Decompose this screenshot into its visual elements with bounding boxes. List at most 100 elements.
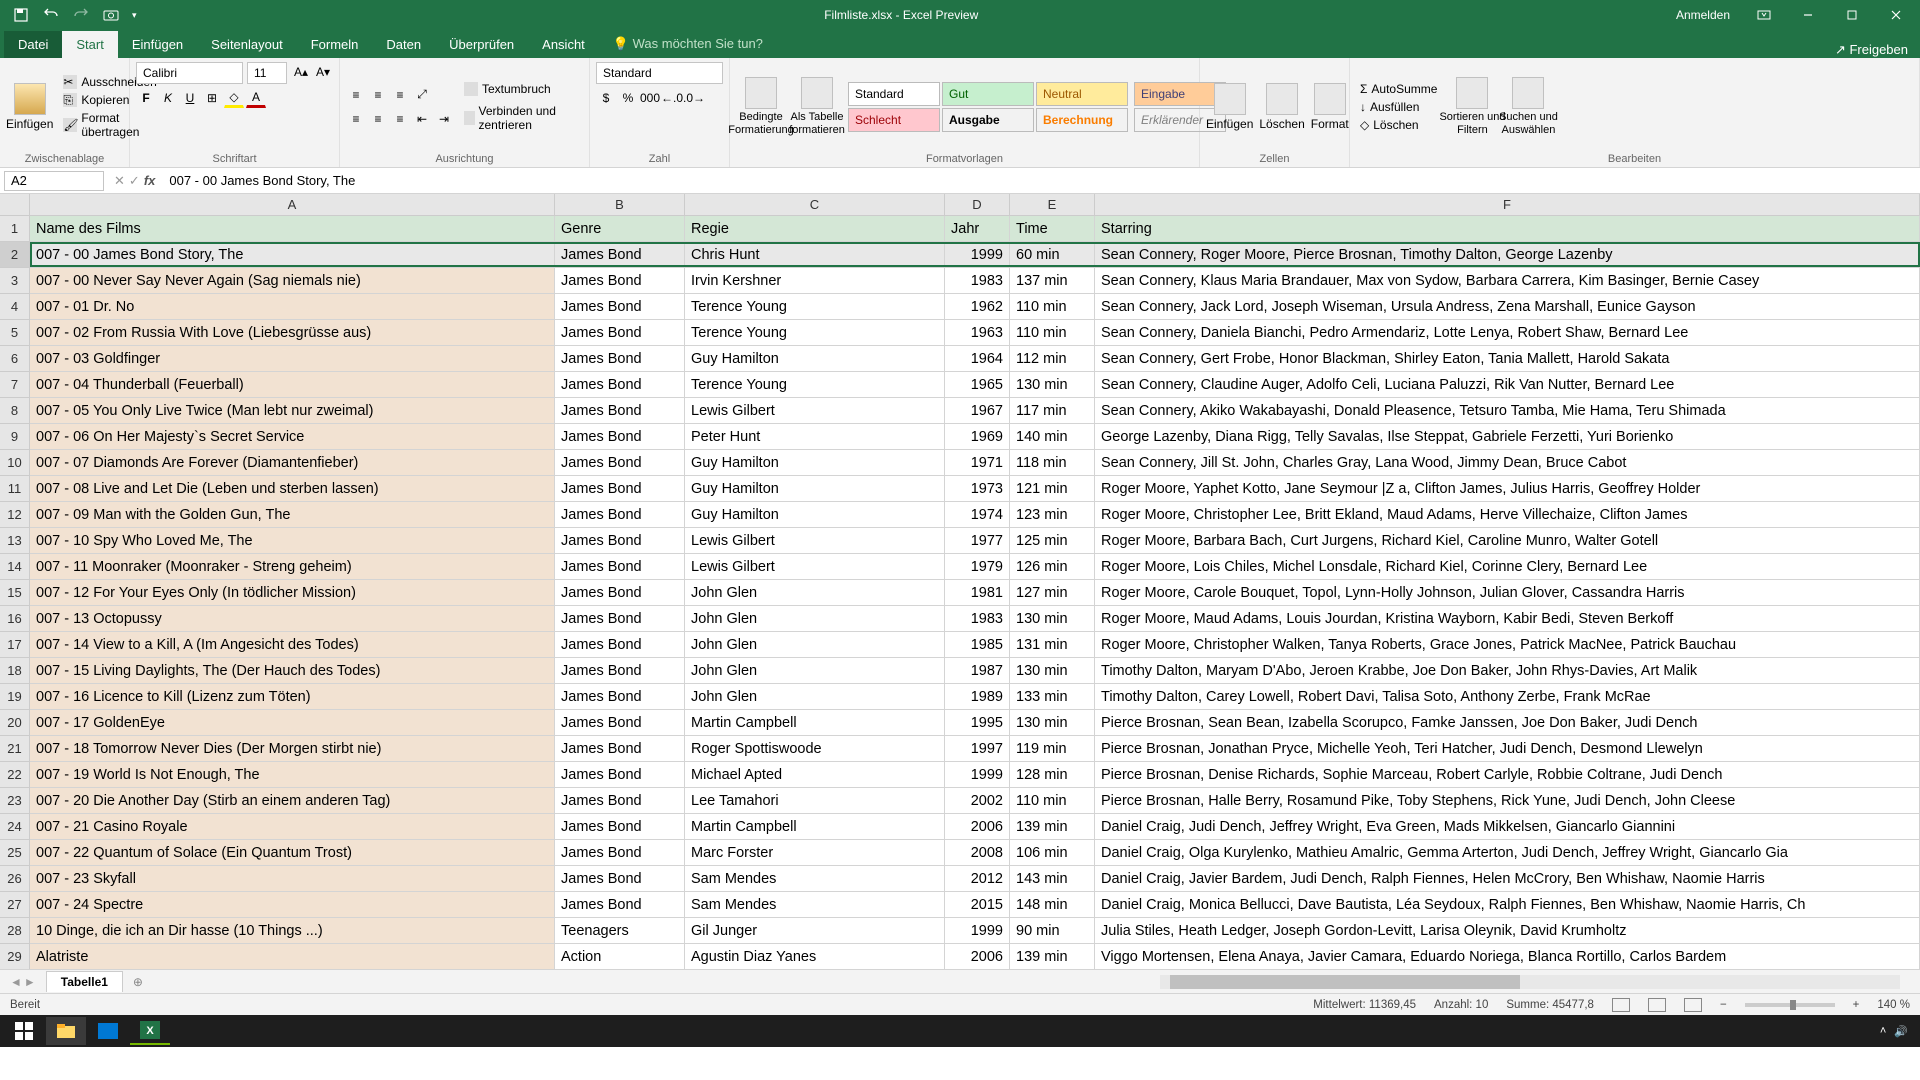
insert-cells-button[interactable]: Einfügen	[1206, 83, 1253, 131]
row-header[interactable]: 21	[0, 736, 29, 762]
page-break-view-icon[interactable]	[1684, 998, 1702, 1012]
cell[interactable]: 125 min	[1010, 528, 1095, 553]
row-header[interactable]: 15	[0, 580, 29, 606]
cell[interactable]: James Bond	[555, 606, 685, 631]
cell[interactable]: 123 min	[1010, 502, 1095, 527]
cell[interactable]: 1973	[945, 476, 1010, 501]
cell[interactable]: Guy Hamilton	[685, 450, 945, 475]
sign-in-link[interactable]: Anmelden	[1666, 8, 1740, 22]
table-row[interactable]: 007 - 21 Casino RoyaleJames BondMartin C…	[30, 814, 1920, 840]
cell[interactable]: John Glen	[685, 658, 945, 683]
borders-button[interactable]: ⊞	[202, 88, 222, 108]
zoom-level[interactable]: 140 %	[1877, 999, 1910, 1011]
cell[interactable]: Roger Moore, Barbara Bach, Curt Jurgens,…	[1095, 528, 1920, 553]
tellme[interactable]: 💡 Was möchten Sie tun?	[599, 30, 777, 58]
table-row[interactable]: 007 - 03 GoldfingerJames BondGuy Hamilto…	[30, 346, 1920, 372]
cell[interactable]: 1997	[945, 736, 1010, 761]
cell[interactable]: James Bond	[555, 268, 685, 293]
cell[interactable]: 1995	[945, 710, 1010, 735]
cell[interactable]: James Bond	[555, 294, 685, 319]
tab-ueberpruefen[interactable]: Überprüfen	[435, 31, 528, 58]
cell[interactable]: James Bond	[555, 892, 685, 917]
tab-daten[interactable]: Daten	[372, 31, 435, 58]
cell[interactable]: 1977	[945, 528, 1010, 553]
cell[interactable]: 112 min	[1010, 346, 1095, 371]
bold-button[interactable]: F	[136, 88, 156, 108]
cell[interactable]: James Bond	[555, 684, 685, 709]
cell[interactable]: 1983	[945, 606, 1010, 631]
currency-icon[interactable]: $	[596, 88, 616, 108]
cell[interactable]: 127 min	[1010, 580, 1095, 605]
cell[interactable]: 139 min	[1010, 944, 1095, 969]
cell[interactable]: James Bond	[555, 528, 685, 553]
thousands-icon[interactable]: 000	[640, 88, 660, 108]
tab-einfuegen[interactable]: Einfügen	[118, 31, 197, 58]
increase-decimal-icon[interactable]: ←.0	[662, 88, 682, 108]
cell[interactable]: Roger Moore, Yaphet Kotto, Jane Seymour …	[1095, 476, 1920, 501]
font-family-dropdown[interactable]: Calibri	[136, 62, 243, 84]
cell[interactable]: 007 - 00 Never Say Never Again (Sag niem…	[30, 268, 555, 293]
font-size-dropdown[interactable]: 11	[247, 62, 287, 84]
name-box[interactable]: A2	[4, 171, 104, 191]
align-bottom-icon[interactable]: ≡	[390, 85, 410, 105]
table-row[interactable]: 007 - 04 Thunderball (Feuerball)James Bo…	[30, 372, 1920, 398]
tab-start[interactable]: Start	[62, 31, 117, 58]
cell[interactable]: James Bond	[555, 632, 685, 657]
row-header[interactable]: 27	[0, 892, 29, 918]
cell[interactable]: 2015	[945, 892, 1010, 917]
row-header[interactable]: 4	[0, 294, 29, 320]
sheet-tab[interactable]: Tabelle1	[46, 971, 123, 992]
table-row[interactable]: 007 - 08 Live and Let Die (Leben und ste…	[30, 476, 1920, 502]
cell[interactable]: Sean Connery, Jack Lord, Joseph Wiseman,…	[1095, 294, 1920, 319]
table-row[interactable]: 007 - 11 Moonraker (Moonraker - Streng g…	[30, 554, 1920, 580]
zoom-in-icon[interactable]: +	[1853, 999, 1860, 1011]
cell[interactable]: 007 - 18 Tomorrow Never Dies (Der Morgen…	[30, 736, 555, 761]
cell[interactable]: Timothy Dalton, Carey Lowell, Robert Dav…	[1095, 684, 1920, 709]
cell[interactable]: 60 min	[1010, 242, 1095, 267]
row-header[interactable]: 26	[0, 866, 29, 892]
cell[interactable]: 1989	[945, 684, 1010, 709]
cell[interactable]: 007 - 03 Goldfinger	[30, 346, 555, 371]
cell[interactable]: 1979	[945, 554, 1010, 579]
cell[interactable]: 148 min	[1010, 892, 1095, 917]
table-row[interactable]: AlatristeActionAgustin Diaz Yanes2006139…	[30, 944, 1920, 969]
delete-cells-button[interactable]: Löschen	[1259, 83, 1304, 131]
cell[interactable]: 110 min	[1010, 788, 1095, 813]
cell[interactable]: 1963	[945, 320, 1010, 345]
fx-icon[interactable]: fx	[144, 173, 156, 189]
cell[interactable]: Pierce Brosnan, Halle Berry, Rosamund Pi…	[1095, 788, 1920, 813]
table-row[interactable]: 007 - 05 You Only Live Twice (Man lebt n…	[30, 398, 1920, 424]
cell[interactable]: Sean Connery, Klaus Maria Brandauer, Max…	[1095, 268, 1920, 293]
app-icon[interactable]	[88, 1017, 128, 1045]
cell[interactable]: 110 min	[1010, 294, 1095, 319]
cell[interactable]: Alatriste	[30, 944, 555, 969]
cell[interactable]: 1985	[945, 632, 1010, 657]
align-center-icon[interactable]: ≡	[368, 109, 388, 129]
cell[interactable]: James Bond	[555, 710, 685, 735]
cell[interactable]: 139 min	[1010, 814, 1095, 839]
cell[interactable]: James Bond	[555, 320, 685, 345]
cell[interactable]: 128 min	[1010, 762, 1095, 787]
cell[interactable]: 126 min	[1010, 554, 1095, 579]
cell[interactable]: Martin Campbell	[685, 814, 945, 839]
cell[interactable]: Roger Moore, Maud Adams, Louis Jourdan, …	[1095, 606, 1920, 631]
cell[interactable]: 1974	[945, 502, 1010, 527]
cell[interactable]: 007 - 08 Live and Let Die (Leben und ste…	[30, 476, 555, 501]
cell[interactable]: 007 - 11 Moonraker (Moonraker - Streng g…	[30, 554, 555, 579]
cell[interactable]: Roger Moore, Lois Chiles, Michel Lonsdal…	[1095, 554, 1920, 579]
save-icon[interactable]	[12, 6, 30, 24]
row-header[interactable]: 2	[0, 242, 29, 268]
accept-formula-icon[interactable]: ✓	[129, 173, 140, 189]
table-row[interactable]: 007 - 02 From Russia With Love (Liebesgr…	[30, 320, 1920, 346]
cell[interactable]: 143 min	[1010, 866, 1095, 891]
cell[interactable]: 007 - 14 View to a Kill, A (Im Angesicht…	[30, 632, 555, 657]
cell[interactable]: Sean Connery, Akiko Wakabayashi, Donald …	[1095, 398, 1920, 423]
tab-datei[interactable]: Datei	[4, 31, 62, 58]
font-color-button[interactable]: A	[246, 88, 266, 108]
fill-button[interactable]: ↓Ausfüllen	[1356, 98, 1441, 116]
cell[interactable]: 2008	[945, 840, 1010, 865]
cell[interactable]: James Bond	[555, 398, 685, 423]
cell[interactable]: Agustin Diaz Yanes	[685, 944, 945, 969]
wrap-text-button[interactable]: Textumbruch	[460, 80, 583, 98]
maximize-icon[interactable]	[1832, 0, 1872, 30]
